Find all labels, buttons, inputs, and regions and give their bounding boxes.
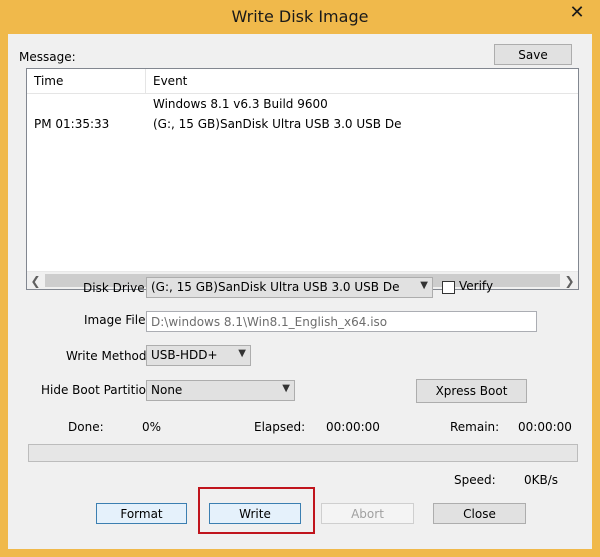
elapsed-label: Elapsed: [254, 420, 306, 434]
image-file-label: Image File: [84, 313, 150, 327]
done-value: 0% [142, 420, 162, 434]
window-title: Write Disk Image [231, 7, 369, 26]
column-header-time[interactable]: Time [27, 69, 146, 93]
close-button[interactable]: Close [433, 503, 526, 524]
speed-value: 0KB/s [524, 473, 559, 487]
done-label: Done: [68, 420, 104, 434]
verify-label[interactable]: Verify [459, 279, 493, 293]
write-method-value: USB-HDD+ [151, 348, 218, 362]
format-button[interactable]: Format [96, 503, 187, 524]
disk-drive-value: (G:, 15 GB)SanDisk Ultra USB 3.0 USB De [151, 280, 400, 294]
speed-label: Speed: [454, 473, 496, 487]
log-event: Windows 8.1 v6.3 Build 9600 [153, 97, 328, 111]
hide-boot-partition-label: Hide Boot Partition: [41, 383, 158, 397]
remain-value: 00:00:00 [518, 420, 572, 434]
disk-drive-select[interactable]: (G:, 15 GB)SanDisk Ultra USB 3.0 USB De … [146, 277, 433, 298]
verify-checkbox[interactable] [442, 281, 455, 294]
elapsed-value: 00:00:00 [326, 420, 380, 434]
title-bar[interactable]: Write Disk Image ✕ [0, 0, 600, 34]
message-log[interactable]: Time Event Windows 8.1 v6.3 Build 9600 P… [26, 68, 579, 290]
log-time: PM 01:35:33 [34, 117, 110, 131]
abort-button[interactable]: Abort [321, 503, 414, 524]
chevron-down-icon: ▼ [238, 348, 246, 359]
write-button[interactable]: Write [209, 503, 301, 524]
hide-boot-partition-select[interactable]: None ▼ [146, 380, 295, 401]
dialog-body: Message: Save Time Event Windows 8.1 v6.… [8, 34, 592, 549]
xpress-boot-button[interactable]: Xpress Boot [416, 379, 527, 403]
remain-label: Remain: [450, 420, 500, 434]
log-header: Time Event [27, 69, 578, 94]
close-icon[interactable]: ✕ [562, 1, 592, 23]
log-row[interactable]: PM 01:35:33 (G:, 15 GB)SanDisk Ultra USB… [27, 117, 578, 135]
disk-drive-label: Disk Drive: [83, 281, 149, 295]
log-row[interactable]: Windows 8.1 v6.3 Build 9600 [27, 97, 578, 115]
scroll-right-icon[interactable]: ❯ [561, 272, 578, 289]
column-header-event[interactable]: Event [146, 69, 578, 93]
progress-bar [28, 444, 578, 462]
image-file-field[interactable]: D:\windows 8.1\Win8.1_English_x64.iso [146, 311, 537, 332]
write-method-select[interactable]: USB-HDD+ ▼ [146, 345, 251, 366]
write-disk-image-window: Write Disk Image ✕ Message: Save Time Ev… [0, 0, 600, 557]
scroll-left-icon[interactable]: ❮ [27, 272, 44, 289]
hide-boot-partition-value: None [151, 383, 183, 397]
write-method-label: Write Method: [66, 349, 151, 363]
log-event: (G:, 15 GB)SanDisk Ultra USB 3.0 USB De [153, 117, 402, 131]
message-label: Message: [19, 50, 76, 64]
save-button[interactable]: Save [494, 44, 572, 65]
image-file-value: D:\windows 8.1\Win8.1_English_x64.iso [151, 315, 388, 329]
chevron-down-icon: ▼ [420, 280, 428, 291]
chevron-down-icon: ▼ [282, 383, 290, 394]
